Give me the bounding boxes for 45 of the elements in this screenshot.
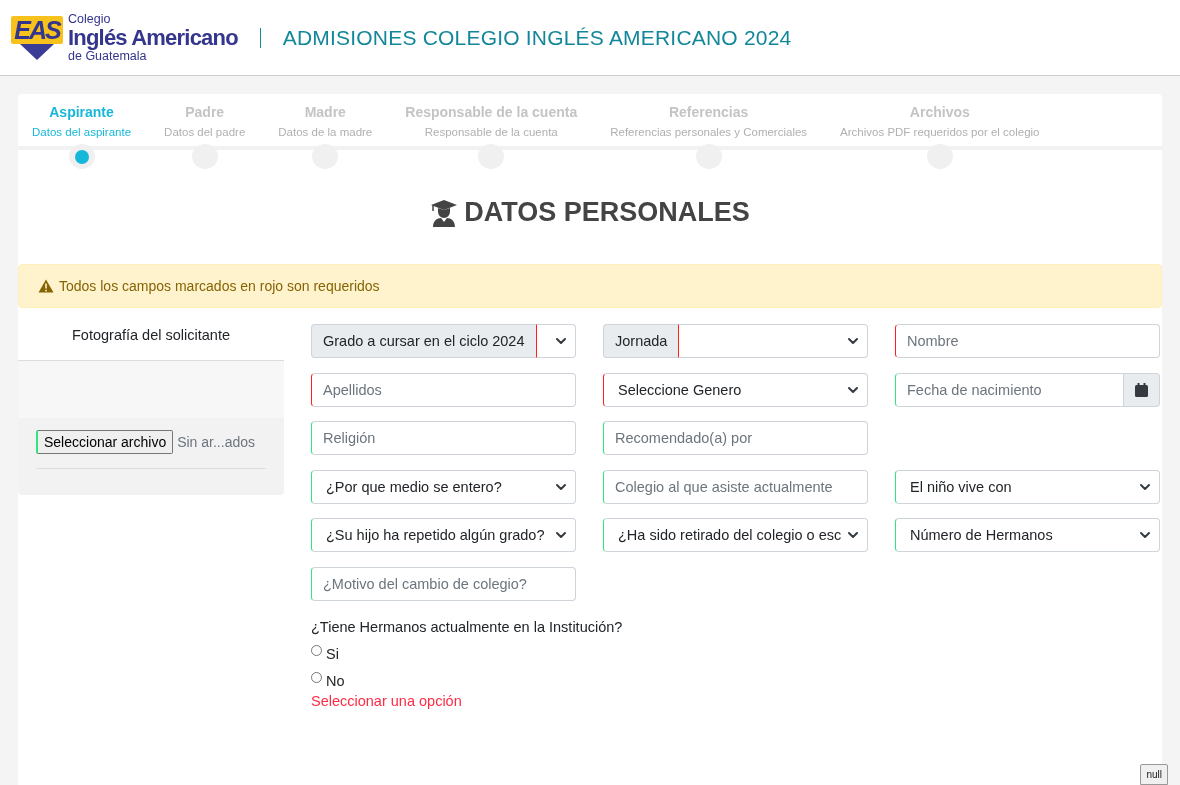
text-input[interactable]: Apellidos <box>311 372 576 407</box>
page-title: ADMISIONES COLEGIO INGLÉS AMERICANO 2024 <box>282 25 792 50</box>
dropdown[interactable]: ¿Su hijo ha repetido algún grado? <box>311 518 576 553</box>
logo-text: Colegio <box>68 13 112 26</box>
question-label: ¿Tiene Hermanos actualmente en la Institución? <box>311 618 623 635</box>
date-input[interactable]: Fecha de nacimiento <box>895 372 1124 407</box>
step-subtitle: Referencias personales y Comerciales <box>610 125 808 139</box>
dropdown[interactable]: ¿Ha sido retirado del colegio o esc <box>603 518 868 553</box>
field-label: Grado a cursar en el ciclo 2024 <box>311 324 536 358</box>
dropdown[interactable]: Seleccione Genero <box>603 372 868 407</box>
section-title: DATOS PERSONALES <box>464 197 750 228</box>
radio-option[interactable]: Si <box>311 645 339 662</box>
chevron-icon <box>555 335 567 347</box>
choose-file-button[interactable]: Seleccionar archivo <box>36 430 174 454</box>
radio-option[interactable]: No <box>311 672 345 689</box>
calendar-icon <box>1135 382 1148 397</box>
step-subtitle: Datos de la madre <box>278 125 373 139</box>
text-input[interactable]: Colegio al que asiste actualmente <box>603 469 868 504</box>
chevron-icon <box>847 335 859 347</box>
field-label: Jornada <box>603 324 679 358</box>
logo-mark: EAS <box>11 15 63 44</box>
logo-text: de Guatemala <box>68 49 148 62</box>
text-input[interactable]: Recomendado(a) por <box>603 421 868 456</box>
step-subtitle: Datos del padre <box>164 125 246 139</box>
text-input[interactable]: Nombre <box>895 324 1160 358</box>
radio-button[interactable] <box>311 645 322 657</box>
calendar-button[interactable] <box>1124 372 1160 407</box>
file-status: Sin ar...ados <box>177 434 255 450</box>
step-subtitle: Archivos PDF requeridos por el colegio <box>840 125 1040 139</box>
alert-message: Todos los campos marcados en rojo son requeridos <box>59 278 380 294</box>
step-subtitle: Responsable de la cuenta <box>424 125 558 139</box>
photo-label: Fotografía del solicitante <box>72 327 230 343</box>
text-input[interactable]: Religión <box>311 421 576 456</box>
logo-text: Inglés Americano <box>68 26 238 49</box>
null-button[interactable]: null <box>1140 764 1168 785</box>
radio-button[interactable] <box>311 672 322 684</box>
dropdown[interactable] <box>535 324 576 358</box>
warning-icon <box>38 279 54 293</box>
graduate-icon <box>430 198 459 227</box>
step-subtitle: Datos del aspirante <box>32 125 132 139</box>
dropdown[interactable]: ¿Por que medio se entero? <box>311 469 576 504</box>
dropdown[interactable]: Número de Hermanos <box>895 518 1160 553</box>
dropdown[interactable]: El niño vive con <box>895 469 1160 504</box>
text-input[interactable]: ¿Motivo del cambio de colegio? <box>311 566 576 601</box>
error-message: Seleccionar una opción <box>311 692 462 709</box>
